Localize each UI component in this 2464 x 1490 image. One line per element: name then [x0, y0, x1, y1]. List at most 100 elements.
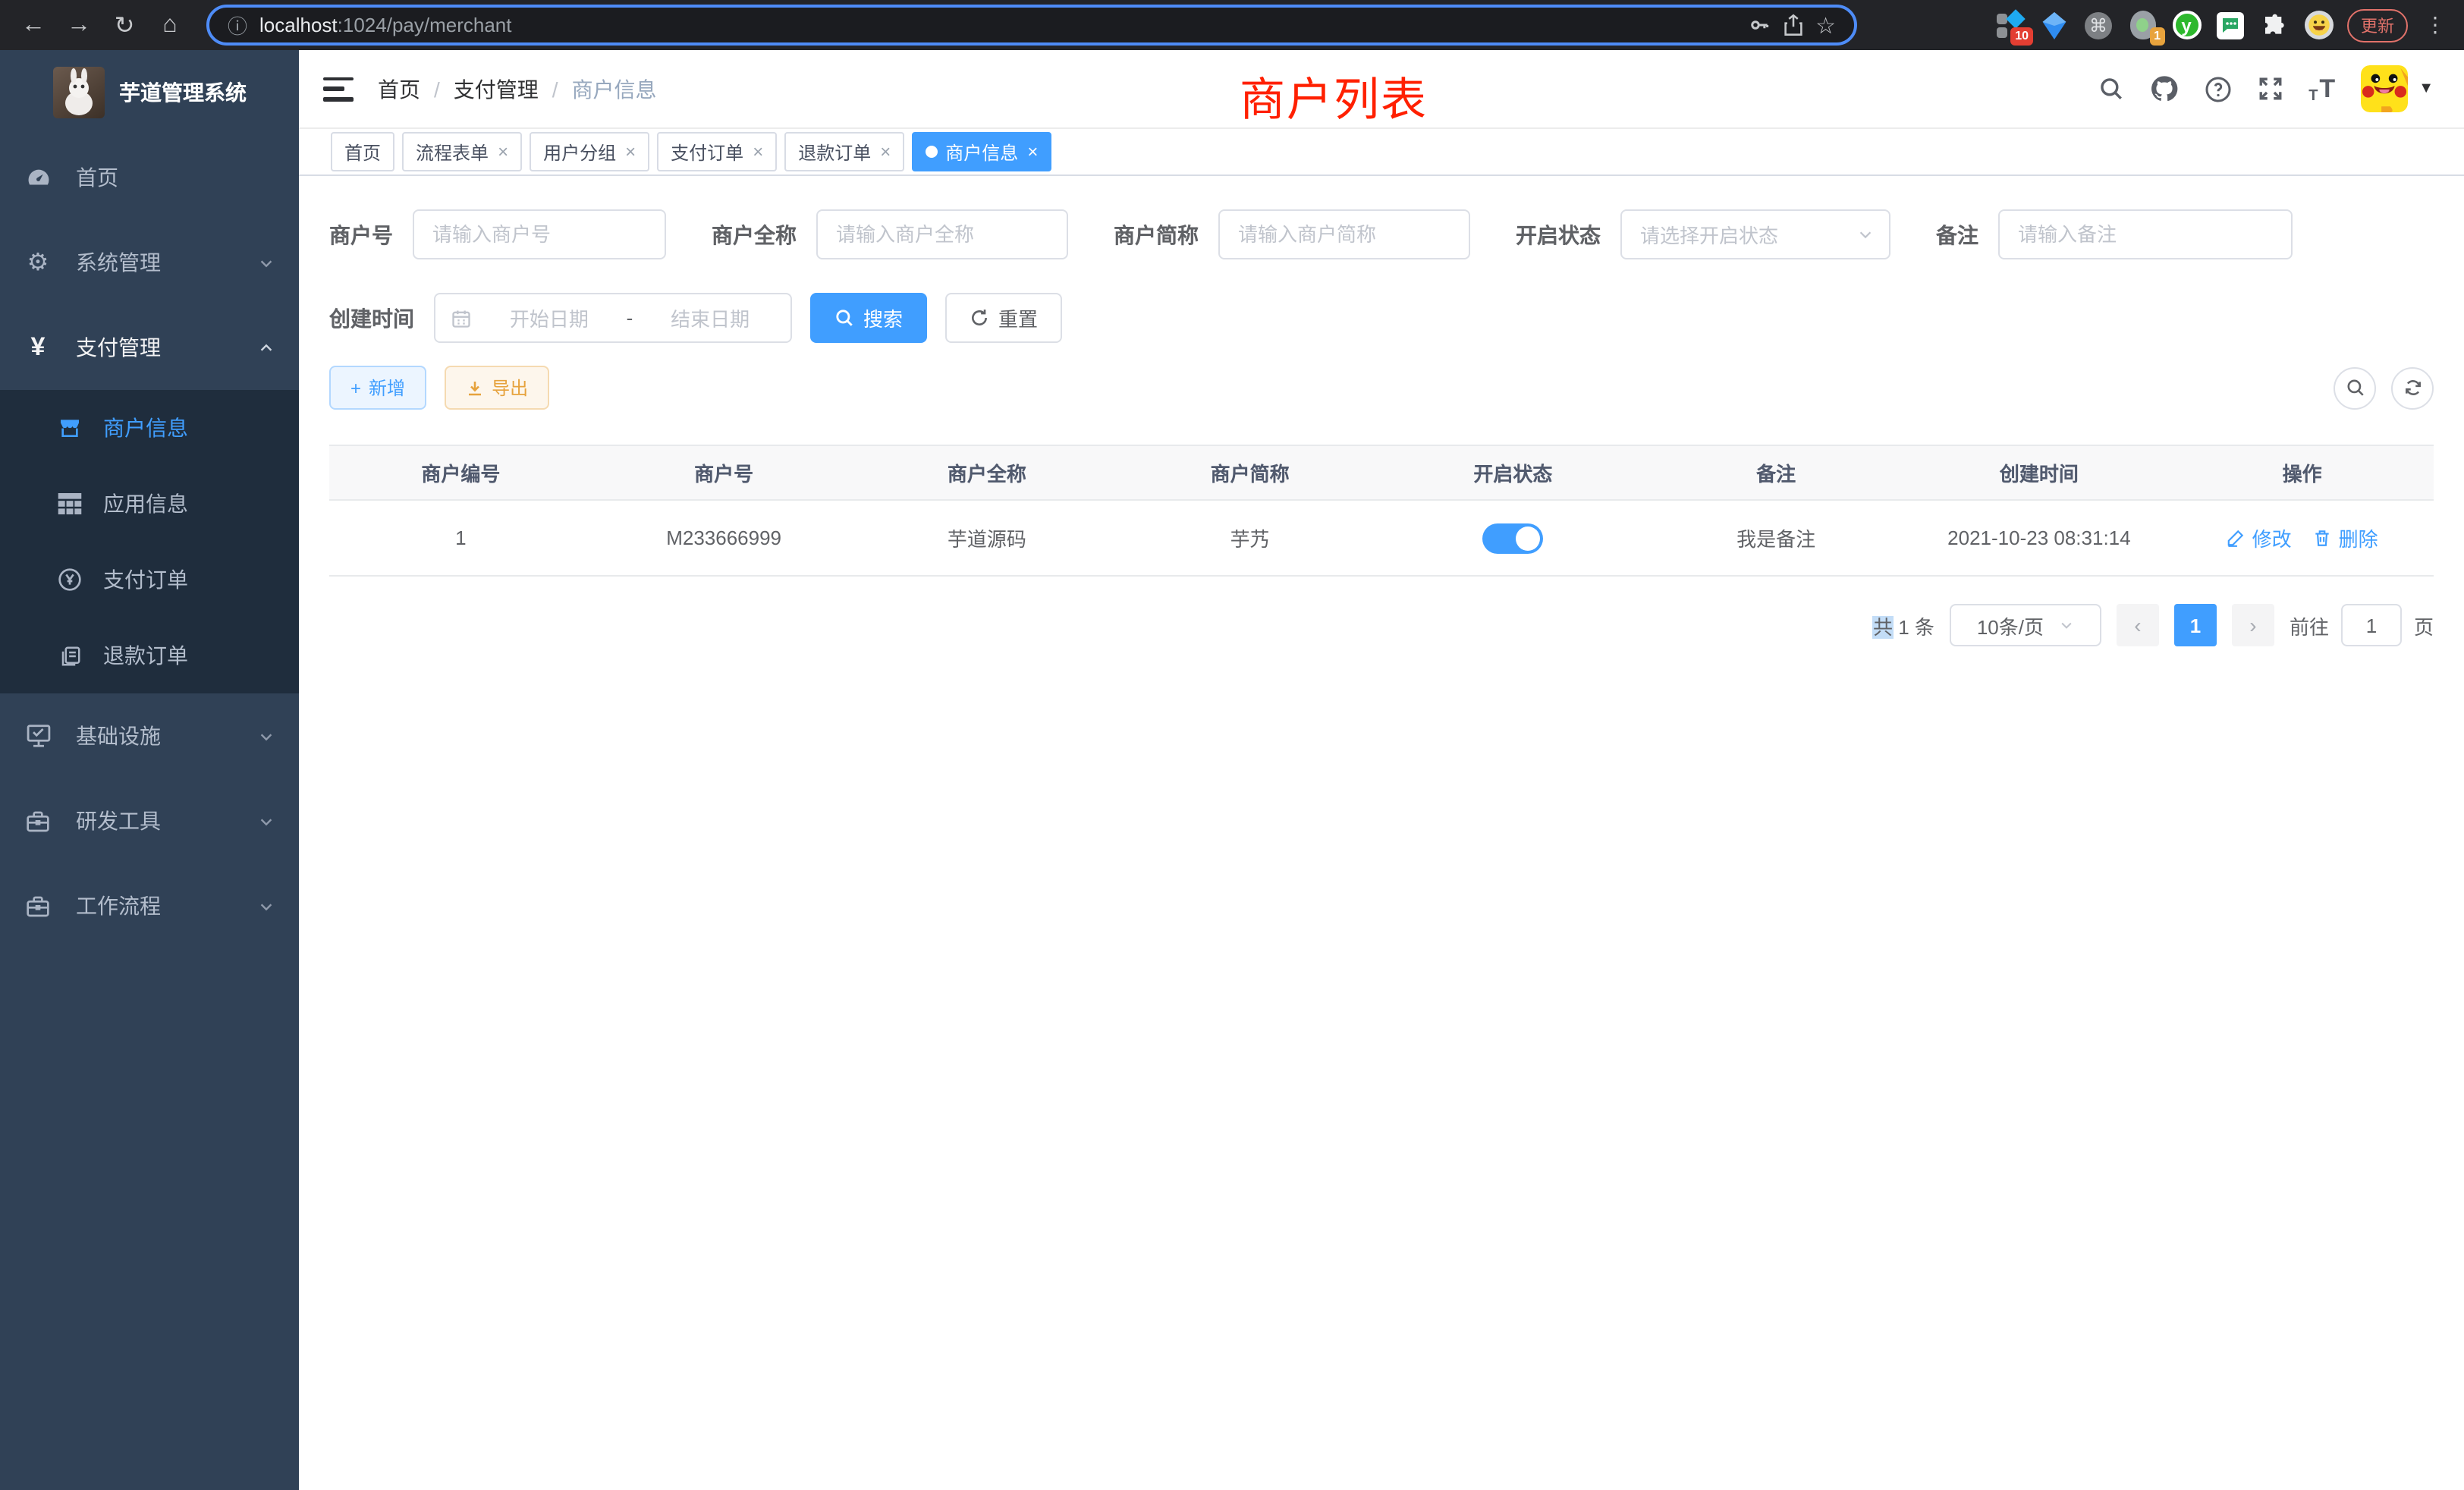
- extension-badge: 10: [2010, 27, 2033, 45]
- search-icon[interactable]: [2098, 76, 2123, 102]
- payment-submenu: 商户信息 应用信息 支付订单: [0, 390, 299, 693]
- reset-button[interactable]: 重置: [945, 293, 1062, 343]
- toggle-search-button[interactable]: [2334, 366, 2376, 409]
- user-menu[interactable]: ▼: [2361, 65, 2434, 112]
- table-header-row: 商户编号 商户号 商户全称 商户简称 开启状态 备注 创建时间 操作: [329, 446, 2434, 501]
- add-button[interactable]: + 新增: [329, 366, 426, 410]
- tab-user-group[interactable]: 用户分组×: [530, 132, 649, 171]
- app-logo[interactable]: 芋道管理系统: [0, 50, 299, 135]
- breadcrumb-home[interactable]: 首页: [378, 74, 420, 104]
- extension-gem-icon[interactable]: [2039, 10, 2070, 40]
- breadcrumb-payment[interactable]: 支付管理: [454, 74, 539, 104]
- sidebar-item-label: 商户信息: [103, 413, 188, 443]
- status-toggle[interactable]: [1482, 523, 1543, 553]
- help-icon[interactable]: [2204, 75, 2231, 102]
- sidebar: 芋道管理系统 首页 ⚙ 系统管理 ¥: [0, 50, 299, 1490]
- close-icon[interactable]: ×: [1027, 141, 1038, 162]
- prev-page-button[interactable]: ‹: [2117, 604, 2159, 646]
- chevron-down-icon: [1857, 226, 1874, 243]
- sidebar-item-label: 应用信息: [103, 489, 188, 519]
- merchant-no-input[interactable]: [413, 209, 666, 259]
- sidebar-item-refund-order[interactable]: 退款订单: [0, 618, 299, 693]
- status-select[interactable]: 请选择开启状态: [1620, 209, 1890, 259]
- font-size-icon[interactable]: TT: [2308, 74, 2335, 104]
- remark-label: 备注: [1936, 219, 1978, 250]
- yen-icon: ¥: [24, 332, 52, 363]
- col-actions: 操作: [2170, 446, 2434, 499]
- extension-chat-icon[interactable]: [2215, 10, 2246, 40]
- site-info-icon[interactable]: ⓘ: [228, 11, 247, 39]
- tab-refund-order[interactable]: 退款订单×: [784, 132, 904, 171]
- sidebar-item-dev-tools[interactable]: 研发工具: [0, 778, 299, 863]
- extension-y-icon[interactable]: y: [2171, 10, 2202, 40]
- sidebar-item-app-info[interactable]: 应用信息: [0, 466, 299, 542]
- browser-reload-button[interactable]: ↻: [106, 7, 143, 43]
- sidebar-item-pay-order[interactable]: 支付订单: [0, 542, 299, 618]
- close-icon[interactable]: ×: [498, 141, 508, 162]
- tab-home[interactable]: 首页: [331, 132, 394, 171]
- page-1-button[interactable]: 1: [2174, 604, 2217, 646]
- export-button[interactable]: 导出: [445, 366, 549, 410]
- github-icon[interactable]: [2149, 74, 2178, 103]
- sidebar-item-system[interactable]: ⚙ 系统管理: [0, 220, 299, 305]
- main-area: 首页 / 支付管理 / 商户信息 商户列表: [299, 50, 2464, 1490]
- browser-menu-icon[interactable]: ⋮: [2422, 12, 2449, 38]
- documents-icon: [58, 644, 82, 667]
- sidebar-item-home[interactable]: 首页: [0, 135, 299, 220]
- browser-back-button[interactable]: ←: [15, 7, 52, 43]
- close-icon[interactable]: ×: [625, 141, 636, 162]
- sidebar-item-infrastructure[interactable]: 基础设施: [0, 693, 299, 778]
- goto-page-input[interactable]: [2341, 604, 2402, 646]
- breadcrumb: 首页 / 支付管理 / 商户信息: [378, 74, 657, 104]
- date-range-picker[interactable]: 开始日期 - 结束日期: [434, 293, 792, 343]
- table-row: 1 M233666999 芋道源码 芋艿 我是备注 2021-10-23 08:…: [329, 501, 2434, 577]
- remark-input[interactable]: [1998, 209, 2293, 259]
- url-text: localhost:1024/pay/merchant: [259, 14, 511, 36]
- col-short-name: 商户简称: [1118, 446, 1381, 499]
- sidebar-item-label: 工作流程: [76, 891, 161, 921]
- address-bar[interactable]: ⓘ localhost:1024/pay/merchant ☆: [206, 5, 1857, 46]
- short-name-input[interactable]: [1218, 209, 1470, 259]
- sidebar-item-merchant-info[interactable]: 商户信息: [0, 390, 299, 466]
- full-name-input[interactable]: [816, 209, 1068, 259]
- tab-merchant-info[interactable]: 商户信息×: [912, 132, 1051, 171]
- col-create-time: 创建时间: [1908, 446, 2171, 499]
- col-remark: 备注: [1645, 446, 1908, 499]
- app-title: 芋道管理系统: [119, 77, 247, 108]
- extension-blob-icon[interactable]: 1: [2127, 10, 2158, 40]
- sidebar-toggle-icon[interactable]: [323, 77, 354, 101]
- extension-diamond-icon[interactable]: 10: [1995, 10, 2026, 40]
- close-icon[interactable]: ×: [880, 141, 891, 162]
- extension-command-icon[interactable]: ⌘: [2083, 10, 2114, 40]
- sidebar-item-workflow[interactable]: 工作流程: [0, 863, 299, 948]
- fullscreen-icon[interactable]: [2257, 76, 2283, 102]
- user-avatar: [2361, 65, 2408, 112]
- browser-update-button[interactable]: 更新: [2347, 8, 2408, 42]
- password-key-icon[interactable]: [1747, 14, 1770, 36]
- next-page-button[interactable]: ›: [2232, 604, 2274, 646]
- navbar-actions: TT ▼: [2098, 50, 2434, 127]
- extensions-puzzle-icon[interactable]: [2259, 10, 2290, 40]
- cell-create-time: 2021-10-23 08:31:14: [1908, 501, 2171, 575]
- delete-link[interactable]: 删除: [2313, 523, 2378, 552]
- share-icon[interactable]: [1782, 14, 1803, 36]
- bookmark-star-icon[interactable]: ☆: [1815, 11, 1836, 39]
- pagination: 共 1 条 10条/页 ‹ 1 › 前往 页: [329, 604, 2434, 646]
- search-button[interactable]: 搜索: [810, 293, 927, 343]
- close-icon[interactable]: ×: [753, 141, 763, 162]
- page-size-select[interactable]: 10条/页: [1950, 604, 2101, 646]
- breadcrumb-current: 商户信息: [572, 74, 657, 104]
- sidebar-item-payment[interactable]: ¥ 支付管理: [0, 305, 299, 390]
- browser-home-button[interactable]: ⌂: [152, 7, 188, 43]
- browser-forward-button[interactable]: →: [61, 7, 97, 43]
- refresh-button[interactable]: [2391, 366, 2434, 409]
- tab-pay-order[interactable]: 支付订单×: [657, 132, 777, 171]
- tab-process-form[interactable]: 流程表单×: [402, 132, 522, 171]
- browser-profile-avatar[interactable]: [2303, 10, 2334, 40]
- gear-icon: ⚙: [24, 247, 52, 278]
- edit-link[interactable]: 修改: [2227, 523, 2292, 552]
- sidebar-item-label: 支付订单: [103, 564, 188, 595]
- sidebar-menu: 首页 ⚙ 系统管理 ¥ 支付管理: [0, 135, 299, 1490]
- cell-merchant-no: M233666999: [592, 501, 856, 575]
- toolbox-icon: [24, 809, 52, 832]
